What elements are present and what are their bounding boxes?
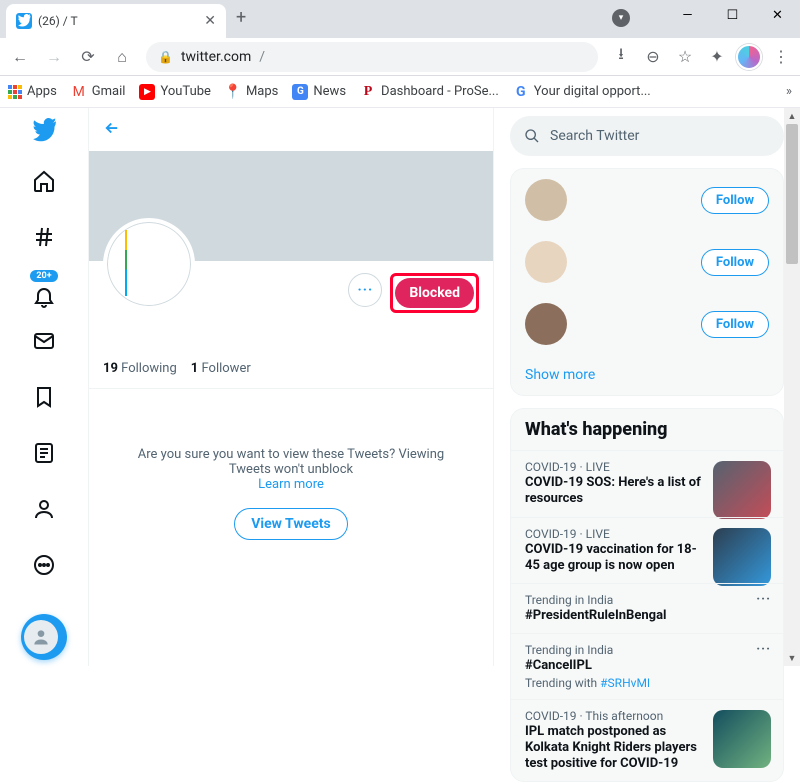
tab-close-icon[interactable]: ✕ bbox=[204, 13, 216, 29]
url-host: twitter.com bbox=[181, 49, 251, 65]
nav-bookmarks-icon[interactable] bbox=[21, 374, 67, 420]
bookmark-apps[interactable]: Apps bbox=[8, 84, 57, 99]
scrollbar-thumb[interactable] bbox=[786, 124, 798, 264]
nav-home-button[interactable]: ⌂ bbox=[108, 43, 136, 71]
trend-thumbnail bbox=[713, 710, 771, 768]
profile-back-bar bbox=[89, 108, 493, 151]
profile-main-column: ··· Blocked 19 Following 1 Follower Are … bbox=[88, 108, 494, 666]
twitter-sidebar: 20+ bbox=[0, 108, 88, 666]
new-tab-button[interactable]: + bbox=[236, 7, 246, 32]
nav-notifications-icon[interactable]: 20+ bbox=[21, 270, 67, 308]
apps-grid-icon bbox=[8, 85, 22, 99]
google-icon: G bbox=[513, 84, 529, 100]
browser-toolbar: ← → ⟳ ⌂ 🔒 twitter.com / ⭳ ⊖ ☆ ✦ ⋮ bbox=[0, 38, 800, 76]
bookmark-youtube[interactable]: ▶YouTube bbox=[139, 84, 211, 100]
blocked-confirm-text: Are you sure you want to view these Twee… bbox=[89, 389, 493, 540]
blocked-highlight: Blocked bbox=[390, 273, 479, 313]
zoom-icon[interactable]: ⊖ bbox=[640, 47, 666, 66]
pinterest-icon: P bbox=[360, 84, 376, 100]
trend-more-icon[interactable]: ··· bbox=[756, 592, 771, 607]
nav-home-icon[interactable] bbox=[21, 158, 67, 204]
profile-more-button[interactable]: ··· bbox=[348, 273, 382, 307]
profile-indicator-icon[interactable] bbox=[612, 9, 630, 27]
bookmarks-bar: Apps MGmail ▶YouTube 📍Maps GNews PDashbo… bbox=[0, 76, 800, 108]
install-app-icon[interactable]: ⭳ bbox=[608, 43, 634, 70]
window-minimize-button[interactable]: — bbox=[665, 0, 710, 30]
lock-icon: 🔒 bbox=[158, 50, 173, 64]
nav-profile-icon[interactable] bbox=[21, 486, 67, 532]
bookmark-gmail[interactable]: MGmail bbox=[71, 84, 126, 100]
trend-hashtag-link[interactable]: #SRHvMI bbox=[600, 676, 650, 690]
browser-tab[interactable]: (26) / T ✕ bbox=[6, 4, 226, 38]
follow-button[interactable]: Follow bbox=[701, 249, 769, 276]
trend-more-icon[interactable]: ··· bbox=[756, 642, 771, 657]
suggested-user-row[interactable]: Follow bbox=[511, 231, 783, 293]
user-avatar bbox=[525, 303, 567, 345]
profile-stats: 19 Following 1 Follower bbox=[89, 313, 493, 388]
nav-back-button[interactable]: ← bbox=[6, 43, 34, 71]
address-bar[interactable]: 🔒 twitter.com / bbox=[146, 42, 598, 72]
user-avatar bbox=[525, 179, 567, 221]
news-icon: G bbox=[292, 84, 308, 100]
search-twitter-input[interactable]: Search Twitter bbox=[510, 116, 784, 156]
notification-badge: 20+ bbox=[30, 270, 57, 282]
twitter-favicon bbox=[16, 13, 32, 29]
followers-stat[interactable]: 1 Follower bbox=[191, 361, 251, 376]
nav-more-icon[interactable] bbox=[21, 542, 67, 588]
learn-more-link[interactable]: Learn more bbox=[258, 477, 324, 492]
trend-item[interactable]: COVID-19 · LIVE COVID-19 vaccination for… bbox=[511, 517, 783, 584]
nav-lists-icon[interactable] bbox=[21, 430, 67, 476]
trend-thumbnail bbox=[713, 528, 771, 586]
extensions-icon[interactable]: ✦ bbox=[704, 47, 730, 66]
window-titlebar: (26) / T ✕ + — ☐ ✕ bbox=[0, 0, 800, 38]
nav-messages-icon[interactable] bbox=[21, 318, 67, 364]
trend-thumbnail bbox=[713, 461, 771, 519]
window-maximize-button[interactable]: ☐ bbox=[710, 0, 755, 30]
page-scrollbar[interactable]: ▲ ▼ bbox=[784, 108, 800, 666]
show-more-link[interactable]: Show more bbox=[511, 355, 783, 395]
who-to-follow-panel: Follow Follow Follow Show more bbox=[510, 168, 784, 396]
account-switcher-avatar[interactable] bbox=[24, 620, 58, 654]
user-avatar bbox=[525, 241, 567, 283]
bookmark-news[interactable]: GNews bbox=[292, 84, 346, 100]
blocked-button[interactable]: Blocked bbox=[395, 278, 474, 308]
nav-forward-button: → bbox=[40, 43, 68, 71]
following-stat[interactable]: 19 Following bbox=[103, 361, 177, 376]
view-tweets-button[interactable]: View Tweets bbox=[234, 508, 347, 540]
browser-profile-avatar[interactable] bbox=[736, 44, 762, 70]
back-arrow-icon[interactable] bbox=[103, 119, 121, 141]
gmail-icon: M bbox=[71, 84, 87, 100]
maps-pin-icon: 📍 bbox=[225, 84, 241, 100]
bookmark-pinterest[interactable]: PDashboard - ProSe... bbox=[360, 84, 499, 100]
scroll-up-arrow-icon[interactable]: ▲ bbox=[784, 108, 800, 124]
profile-avatar[interactable] bbox=[103, 218, 195, 310]
whats-happening-heading: What's happening bbox=[511, 409, 783, 450]
nav-explore-icon[interactable] bbox=[21, 214, 67, 260]
trend-item[interactable]: COVID-19 · LIVE COVID-19 SOS: Here's a l… bbox=[511, 450, 783, 517]
right-sidebar: Search Twitter Follow Follow Follow Show… bbox=[494, 108, 784, 666]
window-close-button[interactable]: ✕ bbox=[755, 0, 800, 30]
twitter-logo-icon[interactable] bbox=[31, 118, 57, 148]
trend-item[interactable]: COVID-19 · This afternoon IPL match post… bbox=[511, 699, 783, 782]
bookmark-star-icon[interactable]: ☆ bbox=[672, 47, 698, 66]
whats-happening-panel: What's happening COVID-19 · LIVE COVID-1… bbox=[510, 408, 784, 782]
bookmark-maps[interactable]: 📍Maps bbox=[225, 84, 278, 100]
suggested-user-row[interactable]: Follow bbox=[511, 169, 783, 231]
tab-title: (26) / T bbox=[38, 14, 78, 28]
browser-menu-icon[interactable]: ⋮ bbox=[768, 47, 794, 66]
nav-reload-button[interactable]: ⟳ bbox=[74, 43, 102, 71]
bookmark-google[interactable]: GYour digital opport... bbox=[513, 84, 651, 100]
follow-button[interactable]: Follow bbox=[701, 311, 769, 338]
trend-item[interactable]: Trending in India #PresidentRuleInBengal… bbox=[511, 583, 783, 633]
suggested-user-row[interactable]: Follow bbox=[511, 293, 783, 355]
search-icon bbox=[524, 128, 540, 144]
bookmarks-overflow-icon[interactable]: » bbox=[786, 84, 792, 99]
follow-button[interactable]: Follow bbox=[701, 187, 769, 214]
youtube-icon: ▶ bbox=[139, 84, 155, 100]
scroll-down-arrow-icon[interactable]: ▼ bbox=[784, 650, 800, 666]
url-path: / bbox=[259, 49, 265, 65]
